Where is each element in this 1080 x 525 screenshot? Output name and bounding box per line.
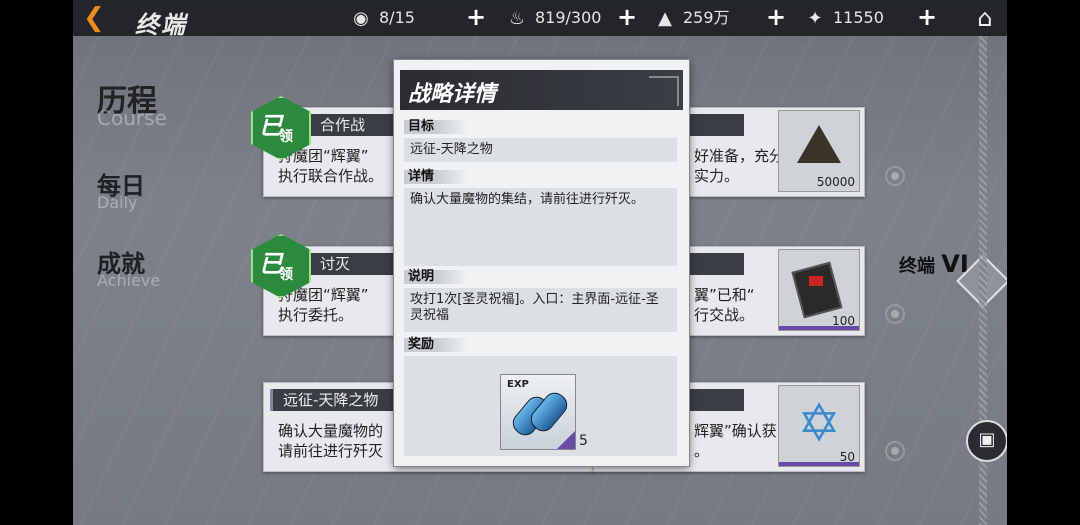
- detail-text: 确认大量魔物的集结，请前往进行歼灭。: [404, 188, 677, 266]
- mission-desc: 翼”已和“ 行交战。: [694, 286, 755, 324]
- flame-icon: ♨: [508, 7, 526, 29]
- exp-capsule-reward[interactable]: EXP: [500, 374, 576, 450]
- corner-decoration-icon: [649, 76, 679, 106]
- reward-count: 5: [579, 433, 588, 449]
- claim-radio[interactable]: [885, 166, 905, 186]
- lock-button-icon[interactable]: ▣: [966, 420, 1007, 462]
- stamina-counter: ◉ 8/15: [349, 6, 415, 30]
- book-icon: [791, 261, 843, 319]
- energy-counter: ♨ 819/300: [505, 6, 602, 30]
- terminal-tier-label: 终端 VI: [899, 250, 969, 278]
- star-crest-icon: ✦: [807, 7, 823, 29]
- back-arrow-icon[interactable]: ❮: [83, 4, 111, 32]
- reward-item[interactable]: ✡ 50: [778, 385, 860, 467]
- add-currency-button[interactable]: +: [766, 3, 786, 31]
- goal-text: 远征-天降之物: [404, 138, 677, 162]
- screen-title: 终端: [135, 11, 187, 39]
- section-label-reward: 奖励: [404, 338, 468, 352]
- tab-daily[interactable]: 每日 Daily: [73, 166, 193, 212]
- top-bar: ❮ 终端 ◉ 8/15 + ♨ 819/300 + ▲ 259万 + ✦ 11550 +…: [73, 0, 1007, 39]
- claim-radio[interactable]: [885, 304, 905, 324]
- premium-counter: ✦ 11550: [803, 6, 883, 30]
- section-label-note: 说明: [404, 270, 468, 284]
- add-stamina-button[interactable]: +: [466, 3, 486, 31]
- strategy-detail-modal[interactable]: 战略详情 目标 远征-天降之物 详情 确认大量魔物的集结，请前往进行歼灭。 说明…: [394, 60, 689, 466]
- modal-title: 战略详情: [408, 82, 497, 107]
- tab-course[interactable]: 历程 Course: [73, 76, 193, 130]
- modal-header: 战略详情: [400, 70, 683, 110]
- star-crest-icon: ✡: [797, 394, 841, 454]
- game-screen: ❮ 终端 ◉ 8/15 + ♨ 819/300 + ▲ 259万 + ✦ 11550 +…: [73, 0, 1007, 525]
- tab-achieve[interactable]: 成就 Achieve: [73, 244, 193, 290]
- eye-icon: ◉: [353, 7, 369, 29]
- currency-counter: ▲ 259万: [653, 6, 729, 30]
- triangle-crest-icon: ▲: [658, 7, 672, 29]
- mission-desc: 确认大量魔物的 请前往进行歼灭: [278, 422, 384, 460]
- note-text: 攻打1次[圣灵祝福]。入口：主界面-远征-圣灵祝福: [404, 288, 677, 332]
- mission-desc: 好准备，充分 实力。: [694, 147, 785, 185]
- reward-item[interactable]: 100: [778, 249, 860, 331]
- reward-item[interactable]: 50000: [778, 110, 860, 192]
- triangle-crest-icon: [797, 125, 841, 163]
- home-icon[interactable]: ⌂: [970, 4, 1000, 32]
- claim-radio[interactable]: [885, 441, 905, 461]
- section-label-detail: 详情: [404, 170, 468, 184]
- mission-desc: 辉翼”确认获 。: [694, 422, 777, 460]
- section-label-goal: 目标: [404, 120, 468, 134]
- add-energy-button[interactable]: +: [617, 3, 637, 31]
- add-premium-button[interactable]: +: [917, 3, 937, 31]
